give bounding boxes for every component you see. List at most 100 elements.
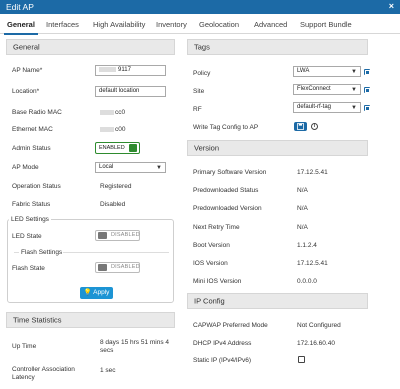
rf-value: default-rf-tag <box>297 104 332 110</box>
general-section-header: General <box>6 39 175 55</box>
write-tag-label: Write Tag Config to AP <box>193 124 259 131</box>
edit-icon[interactable] <box>364 105 370 111</box>
operation-status-label: Operation Status <box>12 183 61 190</box>
toggle-knob <box>129 144 137 152</box>
location-value: default location <box>99 88 140 94</box>
predownloaded-status-value: N/A <box>297 187 308 194</box>
tab-inventory[interactable]: Inventory <box>156 20 187 29</box>
led-state-value: DISABLED <box>111 232 140 238</box>
fabric-status-label: Fabric Status <box>12 201 51 208</box>
ap-mode-label: AP Mode <box>12 164 39 171</box>
led-settings-title: LED Settings <box>9 216 51 223</box>
window-titlebar: Edit AP × <box>0 0 400 14</box>
next-retry-label: Next Retry Time <box>193 224 240 231</box>
flash-settings-title: Flash Settings <box>19 249 65 256</box>
edit-icon[interactable] <box>364 69 370 75</box>
policy-label: Policy <box>193 70 211 77</box>
controller-assoc-value: 1 sec <box>100 367 116 374</box>
admin-status-toggle[interactable]: ENABLED <box>95 142 140 154</box>
static-ip-checkbox[interactable] <box>298 356 305 363</box>
base-radio-mac-value: cc0 <box>100 109 125 116</box>
controller-assoc-label-line2: Latency <box>12 374 35 381</box>
bulb-icon: 💡 <box>83 289 92 296</box>
controller-assoc-label-line1: Controller Association <box>12 366 75 373</box>
floppy-disk-icon <box>297 123 304 130</box>
version-section-header: Version <box>187 140 368 156</box>
apply-label: Apply <box>93 289 110 296</box>
redacted-mask <box>100 126 114 132</box>
rf-select[interactable]: default-rf-tag ▼ <box>293 102 361 113</box>
flash-state-label: Flash State <box>12 265 45 272</box>
time-statistics-section-header: Time Statistics <box>6 312 175 328</box>
location-input[interactable]: default location <box>95 86 166 97</box>
redacted-mask <box>99 66 116 72</box>
up-time-value-line2: secs <box>100 347 114 354</box>
tags-section-header: Tags <box>187 39 368 55</box>
toggle-knob <box>98 264 107 271</box>
tab-advanced[interactable]: Advanced <box>254 20 287 29</box>
ip-config-section-header: IP Config <box>187 293 368 309</box>
ap-mode-select[interactable]: Local ▼ <box>95 162 166 173</box>
close-icon[interactable]: × <box>389 1 394 11</box>
up-time-label: Up Time <box>12 343 37 350</box>
primary-version-label: Primary Software Version <box>193 169 267 176</box>
primary-version-value: 17.12.5.41 <box>297 169 328 176</box>
predownloaded-version-value: N/A <box>297 205 308 212</box>
ethernet-mac-value: c00 <box>100 126 125 133</box>
policy-value: LWA <box>297 68 310 74</box>
ios-version-value: 17.12.5.41 <box>297 260 328 267</box>
ethernet-mac-text: c00 <box>115 126 126 133</box>
general-header-label: General <box>13 42 40 52</box>
tab-high-availability[interactable]: High Availability <box>93 20 145 29</box>
flash-state-toggle[interactable]: DISABLED <box>95 262 140 273</box>
up-time-value-line1: 8 days 15 hrs 51 mins 4 <box>100 339 170 346</box>
version-header-label: Version <box>194 143 220 153</box>
predownloaded-status-label: Predownloaded Status <box>193 187 259 194</box>
window-title: Edit AP <box>6 2 34 12</box>
time-statistics-header-label: Time Statistics <box>13 315 62 325</box>
dhcp-value: 172.16.60.40 <box>297 340 335 347</box>
flash-state-value: DISABLED <box>111 264 140 270</box>
base-radio-mac-text: cc0 <box>115 109 126 116</box>
edit-icon[interactable] <box>364 87 370 93</box>
base-radio-mac-label: Base Radio MAC <box>12 109 62 116</box>
ap-name-label: AP Name* <box>12 67 43 74</box>
ap-mode-value: Local <box>99 164 114 170</box>
location-label: Location* <box>12 88 40 95</box>
policy-select[interactable]: LWA ▼ <box>293 66 361 77</box>
redacted-mask <box>100 109 114 115</box>
next-retry-value: N/A <box>297 224 308 231</box>
admin-status-value: ENABLED <box>99 145 125 151</box>
rf-label: RF <box>193 106 202 113</box>
operation-status-value: Registered <box>100 183 132 190</box>
admin-status-label: Admin Status <box>12 145 51 152</box>
tab-general[interactable]: General <box>4 20 38 35</box>
ethernet-mac-label: Ethernet MAC <box>12 126 53 133</box>
chevron-down-icon: ▼ <box>156 165 162 171</box>
tab-geolocation[interactable]: Geolocation <box>199 20 239 29</box>
led-state-toggle[interactable]: DISABLED <box>95 230 140 241</box>
static-ip-label: Static IP (IPv4/IPv6) <box>193 357 252 364</box>
capwap-label: CAPWAP Preferred Mode <box>193 322 268 329</box>
capwap-value: Not Configured <box>297 322 341 329</box>
mini-ios-version-value: 0.0.0.0 <box>297 278 317 285</box>
info-icon[interactable]: i <box>311 123 318 130</box>
save-button[interactable] <box>294 122 307 131</box>
site-value: FlexConnect <box>297 86 331 92</box>
apply-button[interactable]: 💡 Apply <box>80 287 113 299</box>
chevron-down-icon: ▼ <box>351 105 357 111</box>
boot-version-value: 1.1.2.4 <box>297 242 317 249</box>
boot-version-label: Boot Version <box>193 242 230 249</box>
toggle-knob <box>98 232 107 239</box>
fabric-status-value: Disabled <box>100 201 126 208</box>
chevron-down-icon: ▼ <box>351 69 357 75</box>
site-select[interactable]: FlexConnect ▼ <box>293 84 361 95</box>
predownloaded-version-label: Predownloaded Version <box>193 205 262 212</box>
tab-interfaces[interactable]: Interfaces <box>46 20 79 29</box>
flash-settings-rule <box>63 252 169 253</box>
tab-bar: General Interfaces High Availability Inv… <box>0 14 400 35</box>
ap-name-input[interactable]: 9117 <box>95 65 166 76</box>
mini-ios-version-label: Mini IOS Version <box>193 278 242 285</box>
tab-support-bundle[interactable]: Support Bundle <box>300 20 352 29</box>
dhcp-label: DHCP IPv4 Address <box>193 340 252 347</box>
